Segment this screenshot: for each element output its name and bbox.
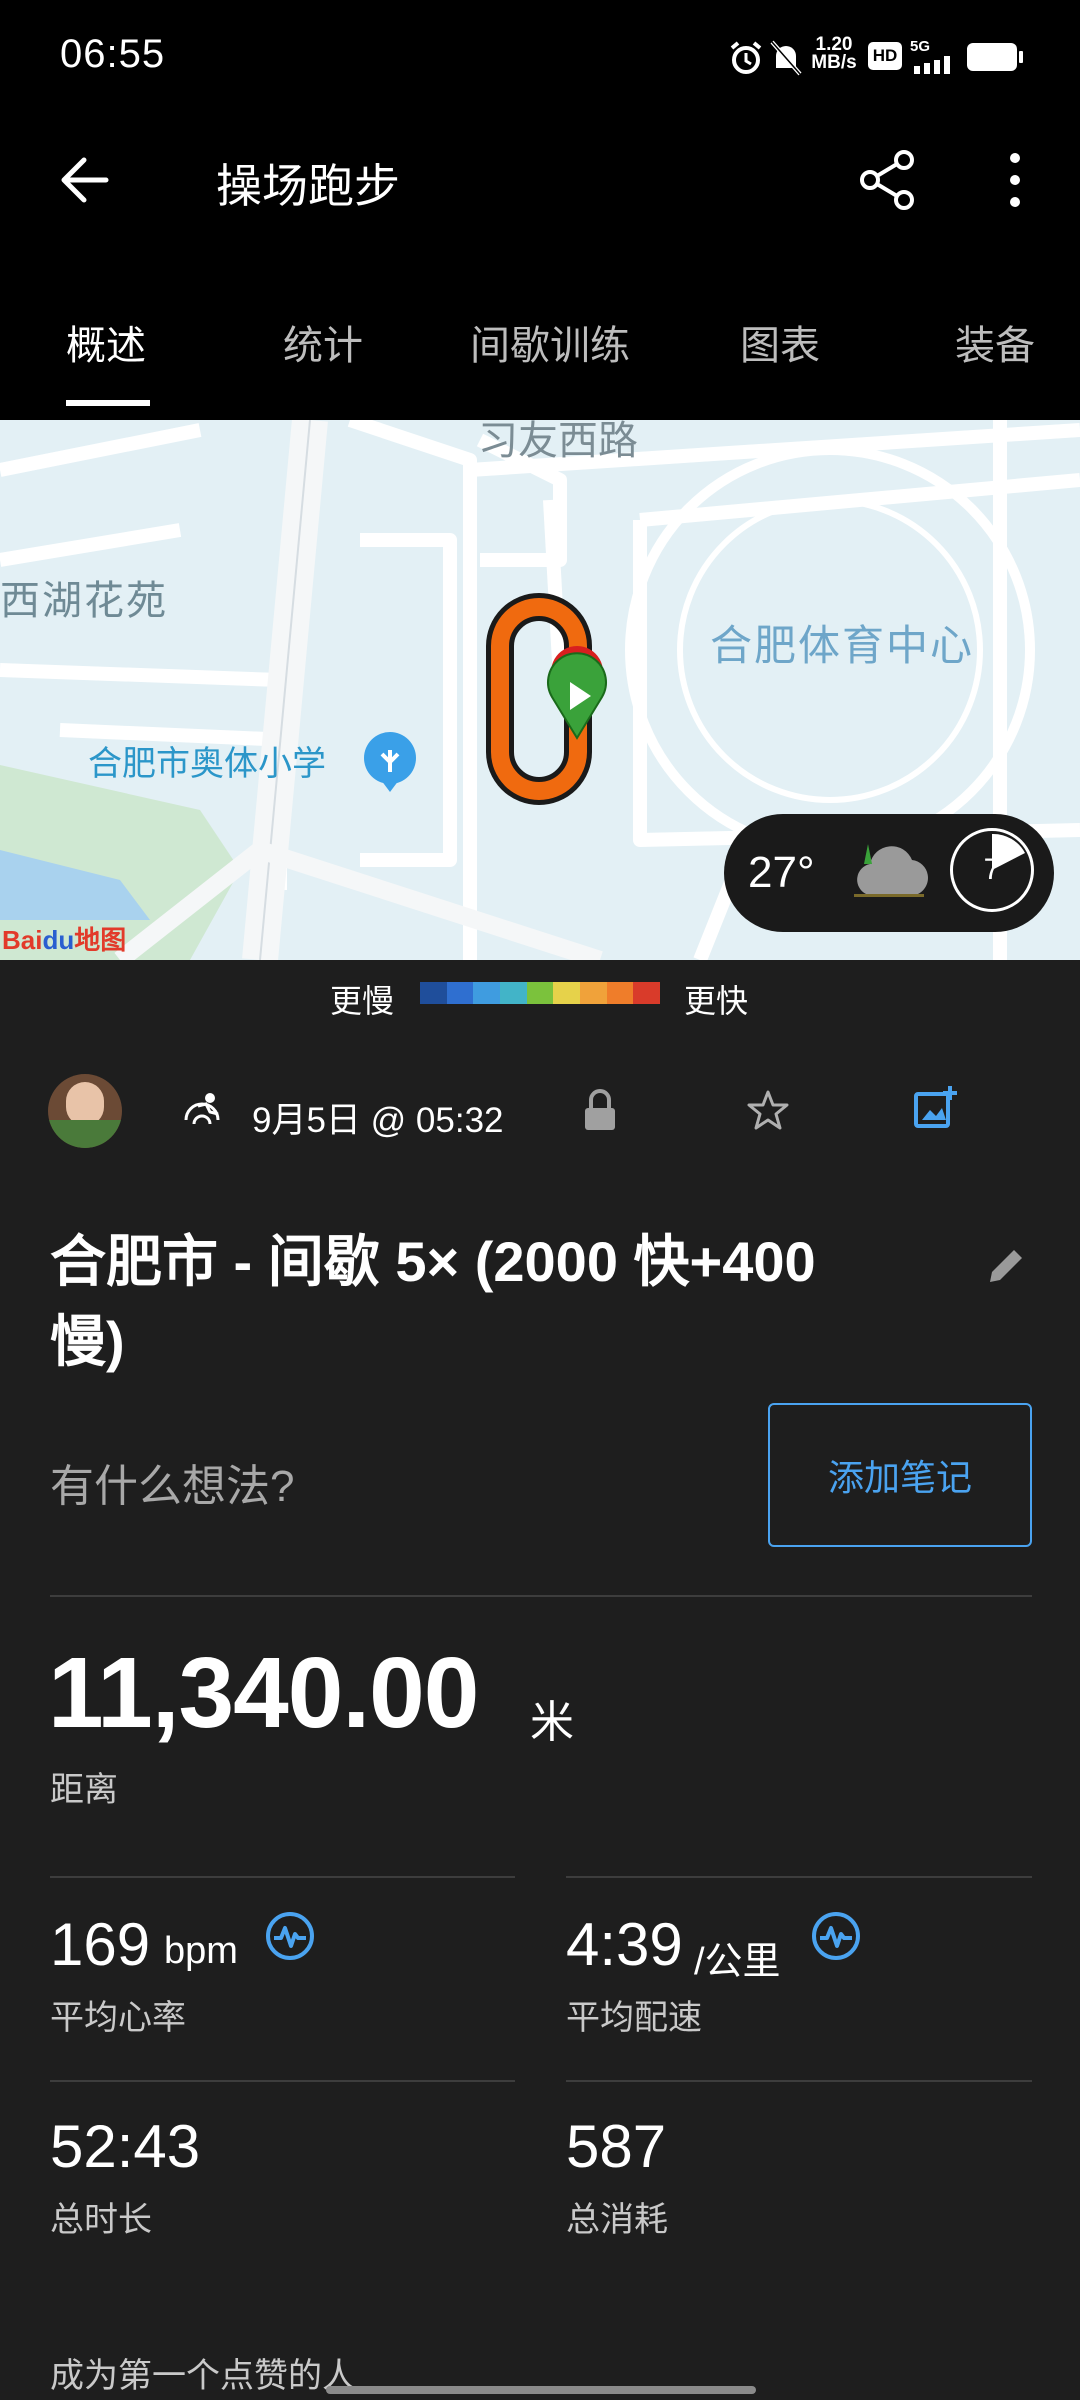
map-area-label: 西湖花苑 [0, 579, 168, 623]
route-map[interactable]: 习友西路 西湖花苑 合肥体育中心 合肥市奥体小学 Baidu地图 27° 7 [0, 420, 1080, 960]
cloudy-weather-icon [854, 844, 928, 897]
avatar[interactable] [48, 1074, 122, 1148]
pace-color-swatch [446, 982, 474, 1004]
alarm-icon [730, 41, 762, 74]
edit-pencil-icon[interactable] [986, 1244, 1028, 1286]
add-note-label: 添加笔记 [827, 1457, 972, 1498]
map-stadium-label: 合肥体育中心 [710, 622, 975, 669]
legend-slower: 更慢 [330, 983, 395, 1019]
divider [50, 1876, 515, 1878]
back-arrow-icon[interactable] [56, 152, 112, 208]
avg-hr-value: 169 [50, 1911, 151, 1978]
avatar-body [48, 1120, 122, 1148]
add-photo-icon[interactable] [912, 1084, 960, 1132]
page-title: 操场跑步 [216, 160, 400, 212]
status-time: 06:55 [60, 32, 166, 76]
tab-gear[interactable]: 装备 [955, 313, 1035, 371]
more-vertical-icon[interactable] [1000, 148, 1030, 212]
calories-label: 总消耗 [566, 2201, 668, 2239]
baidu-du: du [42, 925, 75, 955]
avg-pace-unit: /公里 [694, 1941, 781, 1983]
wind-value: 7 [983, 853, 1001, 886]
divider [566, 2080, 1032, 2082]
duration-label: 总时长 [50, 2201, 152, 2239]
tab-stats[interactable]: 统计 [283, 313, 363, 371]
pace-color-swatch [553, 982, 581, 1004]
share-icon[interactable] [856, 148, 920, 212]
divider [566, 1876, 1032, 1878]
signal-icon [914, 56, 950, 74]
battery-icon [967, 43, 1023, 71]
home-indicator[interactable] [326, 2386, 756, 2394]
running-activity-icon [184, 1093, 220, 1125]
legend-faster: 更快 [684, 983, 749, 1019]
divider [50, 1595, 1032, 1597]
pace-color-swatch [606, 982, 634, 1004]
distance-label: 距离 [50, 1771, 118, 1809]
activity-title: 合肥市 - 间歇 5× (2000 快+400 慢) [50, 1230, 816, 1373]
map-poi-label: 合肥市奥体小学 [88, 745, 326, 783]
baidu-bai: Bai [2, 925, 43, 955]
avg-pace-value: 4:39 [566, 1911, 683, 1978]
net-speed: 1.20 MB/s [808, 35, 860, 73]
add-note-button[interactable]: 添加笔记 [768, 1403, 1032, 1547]
wind-indicator: 7 [950, 828, 1034, 912]
calories-value: 587 [566, 2113, 667, 2180]
pace-color-swatch [500, 982, 527, 1004]
avg-pace-label: 平均配速 [566, 1999, 702, 2037]
heart-rate-icon[interactable] [264, 1910, 316, 1962]
net-speed-unit: MB/s [811, 52, 857, 73]
mute-icon [770, 40, 802, 76]
star-icon[interactable] [746, 1088, 790, 1132]
tab-intervals[interactable]: 间歇训练 [470, 313, 630, 371]
map-road-label: 习友西路 [478, 420, 638, 463]
hd-badge: HD [868, 42, 902, 70]
duration-value: 52:43 [50, 2113, 201, 2180]
pace-color-scale [420, 982, 661, 1004]
network-type: 5G [910, 38, 931, 55]
distance-unit: 米 [530, 1698, 574, 1747]
pace-color-swatch [526, 982, 554, 1004]
divider [50, 2080, 515, 2082]
distance-value: 11,340.00 [48, 1637, 479, 1749]
pace-color-swatch [580, 982, 607, 1004]
lock-icon[interactable] [582, 1088, 618, 1132]
pace-color-swatch [420, 982, 447, 1004]
pace-color-swatch [473, 982, 501, 1004]
baidu-map: 地图 [74, 925, 127, 955]
tab-overview[interactable]: 概述 [66, 313, 146, 371]
avg-hr-unit: bpm [164, 1930, 238, 1972]
pace-color-swatch [633, 982, 661, 1004]
weather-temperature: 27° [748, 848, 815, 897]
baidu-attribution: Baidu地图 [2, 920, 126, 957]
weather-widget[interactable]: 27° 7 [724, 814, 1054, 932]
likes-prompt[interactable]: 成为第一个点赞的人 [50, 2348, 356, 2397]
activity-date: 9月5日 @ 05:32 [252, 1101, 504, 1140]
avg-hr-label: 平均心率 [50, 1999, 186, 2037]
active-tab-indicator [66, 400, 150, 406]
tab-charts[interactable]: 图表 [740, 313, 820, 371]
pace-chart-icon[interactable] [810, 1910, 862, 1962]
thoughts-prompt[interactable]: 有什么想法? [50, 1450, 294, 1514]
